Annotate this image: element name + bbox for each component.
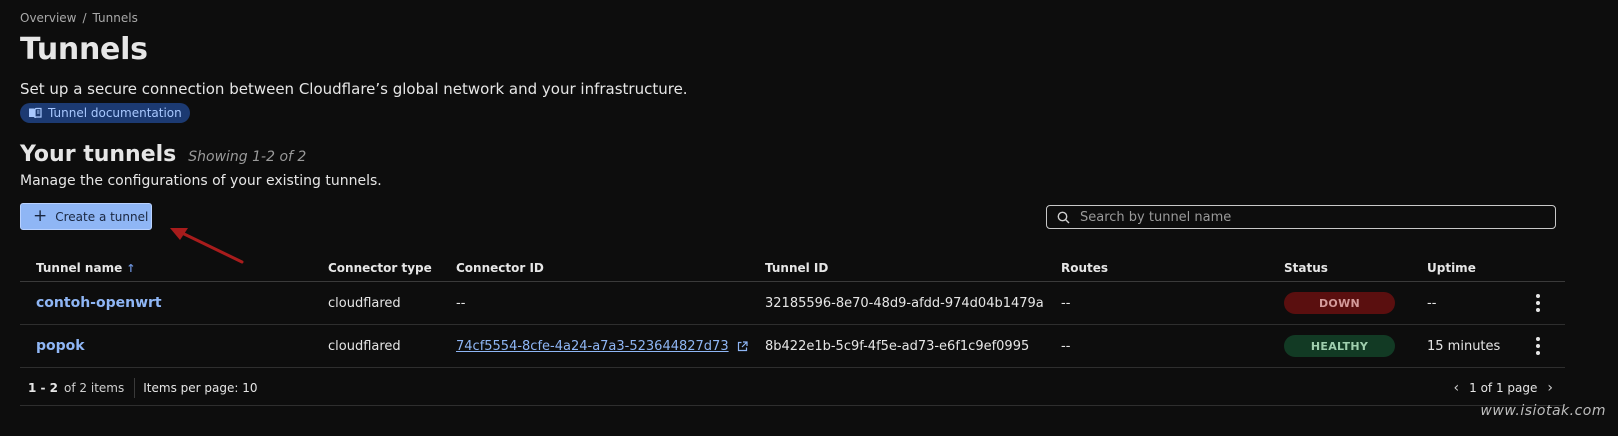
page-navigator: ‹ 1 of 1 page › — [1454, 380, 1553, 396]
create-tunnel-button[interactable]: + Create a tunnel — [20, 203, 152, 230]
column-tunnel-id: Tunnel ID — [765, 260, 829, 275]
table-row: popok cloudflared 74cf5554-8cfe-4a24-a7a… — [20, 325, 1565, 368]
routes: -- — [1061, 338, 1071, 354]
connector-id: -- — [456, 295, 466, 311]
search-input[interactable] — [1080, 209, 1540, 225]
table-row: contoh-openwrt cloudflared -- 32185596-8… — [20, 282, 1565, 325]
pagination-divider — [134, 377, 136, 398]
page-indicator[interactable]: 1 of 1 page — [1469, 381, 1537, 395]
row-actions-menu-icon[interactable] — [1534, 294, 1542, 312]
search-icon — [1057, 211, 1070, 223]
create-tunnel-label: Create a tunnel — [55, 209, 149, 224]
breadcrumb-overview[interactable]: Overview — [20, 11, 77, 25]
tunnel-documentation-link[interactable]: Tunnel documentation — [20, 103, 190, 123]
status-badge: DOWN — [1284, 292, 1395, 314]
tunnel-id: 32185596-8e70-48d9-afdd-974d04b1479a — [765, 295, 1044, 311]
section-description: Manage the configurations of your existi… — [20, 173, 382, 189]
page-description: Set up a secure connection between Cloud… — [20, 80, 688, 98]
chevron-left-icon[interactable]: ‹ — [1454, 380, 1460, 396]
watermark: www.isiotak.com — [1480, 403, 1606, 419]
pagination-bar: 1 - 2 of 2 items Items per page: 10 ‹ 1 … — [20, 370, 1565, 406]
column-uptime: Uptime — [1427, 260, 1476, 275]
external-link-icon — [737, 340, 748, 351]
section-header: Your tunnels Showing 1-2 of 2 — [20, 142, 306, 167]
page-title: Tunnels — [20, 32, 148, 67]
section-title: Your tunnels — [20, 142, 177, 167]
breadcrumb-separator: / — [82, 11, 87, 25]
connector-type: cloudflared — [328, 338, 401, 354]
uptime: 15 minutes — [1427, 338, 1501, 354]
plus-icon: + — [33, 206, 48, 226]
breadcrumb: Overview / Tunnels — [20, 11, 138, 25]
tunnel-id: 8b422e1b-5c9f-4f5e-ad73-e6f1c9ef0995 — [765, 338, 1030, 354]
row-actions-menu-icon[interactable] — [1534, 337, 1542, 355]
showing-count: Showing 1-2 of 2 — [188, 149, 307, 165]
breadcrumb-tunnels: Tunnels — [92, 11, 138, 25]
column-connector-type: Connector type — [328, 260, 432, 275]
uptime: -- — [1427, 295, 1437, 311]
table-header: Tunnel name ↑ Connector type Connector ID… — [20, 254, 1565, 282]
column-tunnel-name-label: Tunnel name — [36, 260, 123, 275]
search-box[interactable] — [1046, 205, 1556, 229]
column-connector-id: Connector ID — [456, 260, 544, 275]
connector-id: 74cf5554-8cfe-4a24-a7a3-523644827d73 — [456, 338, 729, 354]
items-per-page-select[interactable]: Items per page: 10 — [143, 381, 257, 395]
status-badge: HEALTHY — [1284, 335, 1395, 357]
book-icon — [29, 107, 42, 119]
connector-id-link[interactable]: 74cf5554-8cfe-4a24-a7a3-523644827d73 — [456, 339, 748, 354]
column-routes: Routes — [1061, 260, 1109, 275]
chevron-right-icon[interactable]: › — [1547, 380, 1553, 396]
connector-type: cloudflared — [328, 295, 401, 311]
sort-ascending-icon[interactable]: ↑ — [126, 262, 135, 275]
pagination-range: 1 - 2 — [28, 380, 59, 395]
tunnel-name-link[interactable]: popok — [36, 338, 85, 354]
column-status: Status — [1284, 260, 1328, 275]
tunnels-table: Tunnel name ↑ Connector type Connector ID… — [20, 254, 1565, 368]
pagination-total: of 2 items — [64, 380, 125, 395]
tunnel-documentation-label: Tunnel documentation — [48, 106, 182, 120]
routes: -- — [1061, 295, 1071, 311]
tunnel-name-link[interactable]: contoh-openwrt — [36, 295, 162, 311]
column-tunnel-name[interactable]: Tunnel name ↑ — [36, 261, 135, 275]
